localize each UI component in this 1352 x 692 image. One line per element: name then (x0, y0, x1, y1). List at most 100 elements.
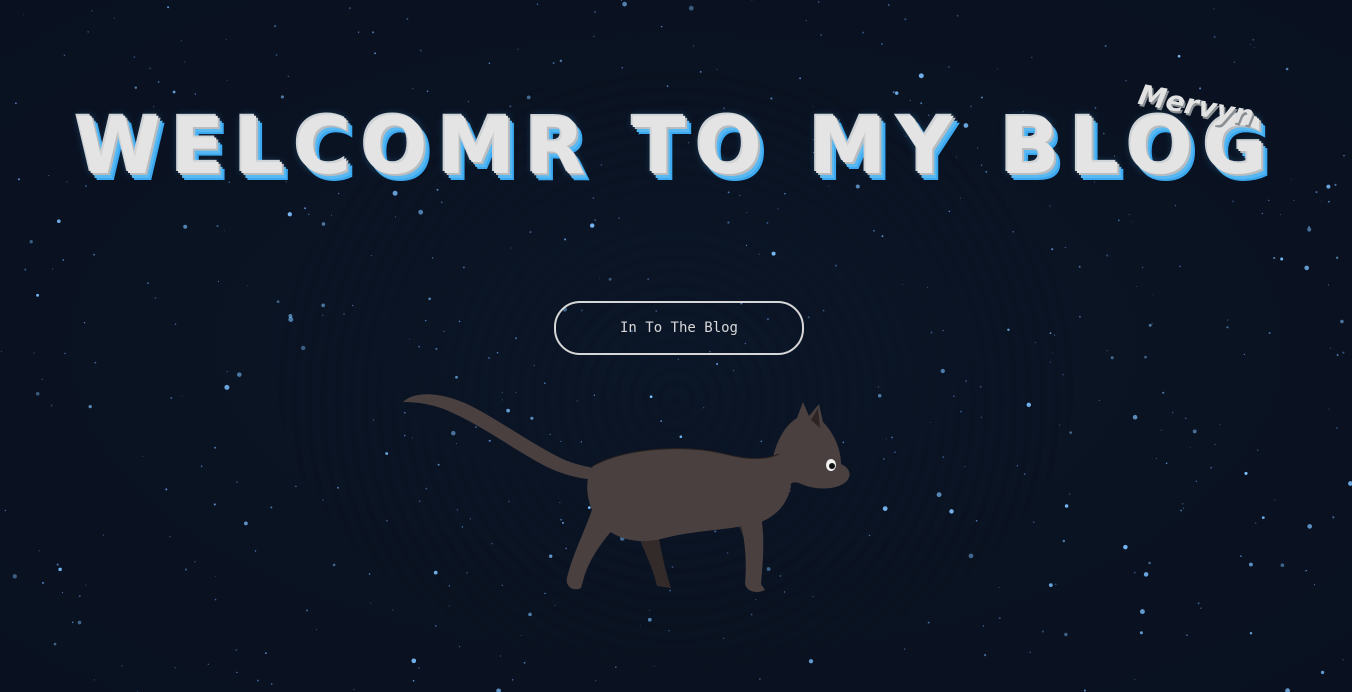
star (462, 266, 465, 269)
star (1117, 219, 1120, 222)
star (716, 68, 718, 71)
star (1110, 356, 1114, 360)
star (1141, 266, 1144, 269)
star (1143, 572, 1149, 577)
star (877, 386, 880, 388)
star (882, 506, 888, 511)
star (61, 592, 64, 594)
star (134, 86, 138, 89)
star (1307, 524, 1313, 529)
star (236, 481, 238, 483)
star (1304, 265, 1310, 271)
star (677, 358, 679, 360)
star (435, 625, 437, 627)
star (1336, 427, 1338, 429)
star (1139, 631, 1143, 635)
star (948, 210, 951, 213)
star (392, 609, 394, 611)
star (979, 385, 982, 388)
star (368, 573, 371, 575)
star (91, 10, 93, 12)
star (353, 689, 355, 690)
star (147, 282, 149, 285)
star (1232, 200, 1234, 203)
star (998, 586, 1000, 588)
star (455, 375, 458, 379)
star (885, 438, 887, 440)
star (1162, 391, 1165, 394)
star (244, 521, 248, 526)
enter-blog-button[interactable]: In To The Blog (554, 301, 804, 355)
star (668, 630, 670, 632)
star (1016, 465, 1018, 467)
star (1307, 226, 1310, 228)
star (594, 219, 596, 221)
cat-head (771, 402, 850, 492)
star (881, 235, 884, 238)
star (1128, 213, 1130, 215)
star (50, 404, 53, 407)
star (142, 455, 144, 458)
star (499, 655, 502, 657)
star (1, 351, 2, 353)
star (1336, 354, 1339, 356)
star (1148, 561, 1151, 565)
star (257, 679, 259, 682)
star (1328, 408, 1330, 410)
star (216, 225, 219, 228)
star (956, 14, 959, 17)
star (287, 212, 292, 217)
star (194, 561, 196, 563)
star (1348, 481, 1352, 486)
star (529, 231, 532, 234)
star (1243, 353, 1245, 356)
star (887, 4, 890, 6)
star (593, 35, 595, 38)
star (183, 224, 188, 229)
star (53, 642, 57, 646)
star (93, 679, 95, 681)
star (1098, 399, 1100, 401)
star (1160, 429, 1162, 431)
star (959, 197, 962, 199)
star (330, 214, 332, 216)
star (1132, 221, 1134, 223)
star (343, 313, 345, 315)
star (822, 309, 825, 312)
star (435, 347, 438, 350)
star (1273, 257, 1276, 259)
star (443, 330, 445, 332)
star (559, 59, 563, 63)
star (1226, 326, 1229, 329)
star (1125, 80, 1127, 82)
star (1055, 583, 1057, 586)
star (71, 621, 74, 624)
star (321, 303, 326, 308)
star (517, 48, 519, 50)
star (1252, 39, 1254, 41)
star (85, 584, 87, 586)
walking-cat-illustration (403, 394, 850, 592)
star (1285, 688, 1290, 692)
star (660, 25, 663, 28)
star (693, 45, 695, 47)
star (564, 238, 567, 241)
star (738, 194, 741, 197)
star (965, 380, 967, 382)
star (426, 90, 429, 93)
star (1189, 446, 1191, 448)
star (1059, 424, 1061, 426)
star (372, 419, 375, 421)
star (1305, 569, 1307, 572)
star (733, 369, 735, 371)
star (458, 320, 461, 323)
star (77, 620, 82, 625)
star (1280, 563, 1285, 568)
star (770, 97, 773, 100)
star (385, 452, 389, 455)
star (926, 286, 929, 289)
star (207, 663, 209, 665)
cat-front-leg-near (739, 516, 765, 592)
star (270, 506, 273, 509)
star (1182, 503, 1184, 505)
